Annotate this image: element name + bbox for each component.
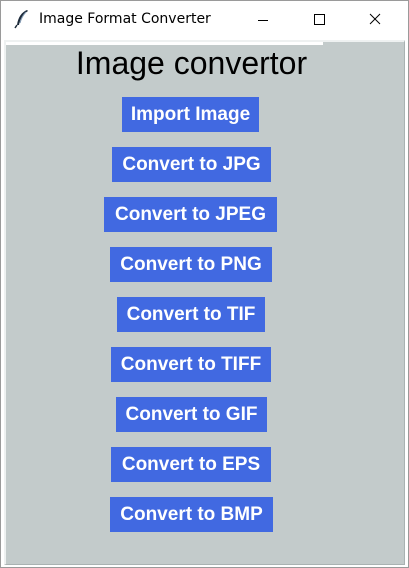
import-image-button[interactable]: Import Image <box>122 97 259 132</box>
convert-to-tiff-button[interactable]: Convert to TIFF <box>111 347 271 382</box>
app-content-area: Image convertor Import Image Convert to … <box>4 40 405 565</box>
window-title: Image Format Converter <box>39 11 211 27</box>
app-window: Image Format Converter Image convertor I… <box>0 0 409 568</box>
title-bar[interactable]: Image Format Converter <box>1 1 408 39</box>
convert-to-eps-button[interactable]: Convert to EPS <box>111 447 271 482</box>
close-button[interactable] <box>352 1 398 39</box>
convert-to-tif-button[interactable]: Convert to TIF <box>117 297 265 332</box>
convert-to-jpg-button[interactable]: Convert to JPG <box>112 147 271 182</box>
convert-to-jpeg-button[interactable]: Convert to JPEG <box>104 197 277 232</box>
convert-to-bmp-button[interactable]: Convert to BMP <box>110 497 273 532</box>
convert-to-png-button[interactable]: Convert to PNG <box>110 247 272 282</box>
maximize-button[interactable] <box>296 1 342 39</box>
app-heading: Image convertor <box>75 45 308 81</box>
feather-icon <box>14 9 30 29</box>
minimize-button[interactable] <box>240 1 286 39</box>
convert-to-gif-button[interactable]: Convert to GIF <box>116 397 267 432</box>
